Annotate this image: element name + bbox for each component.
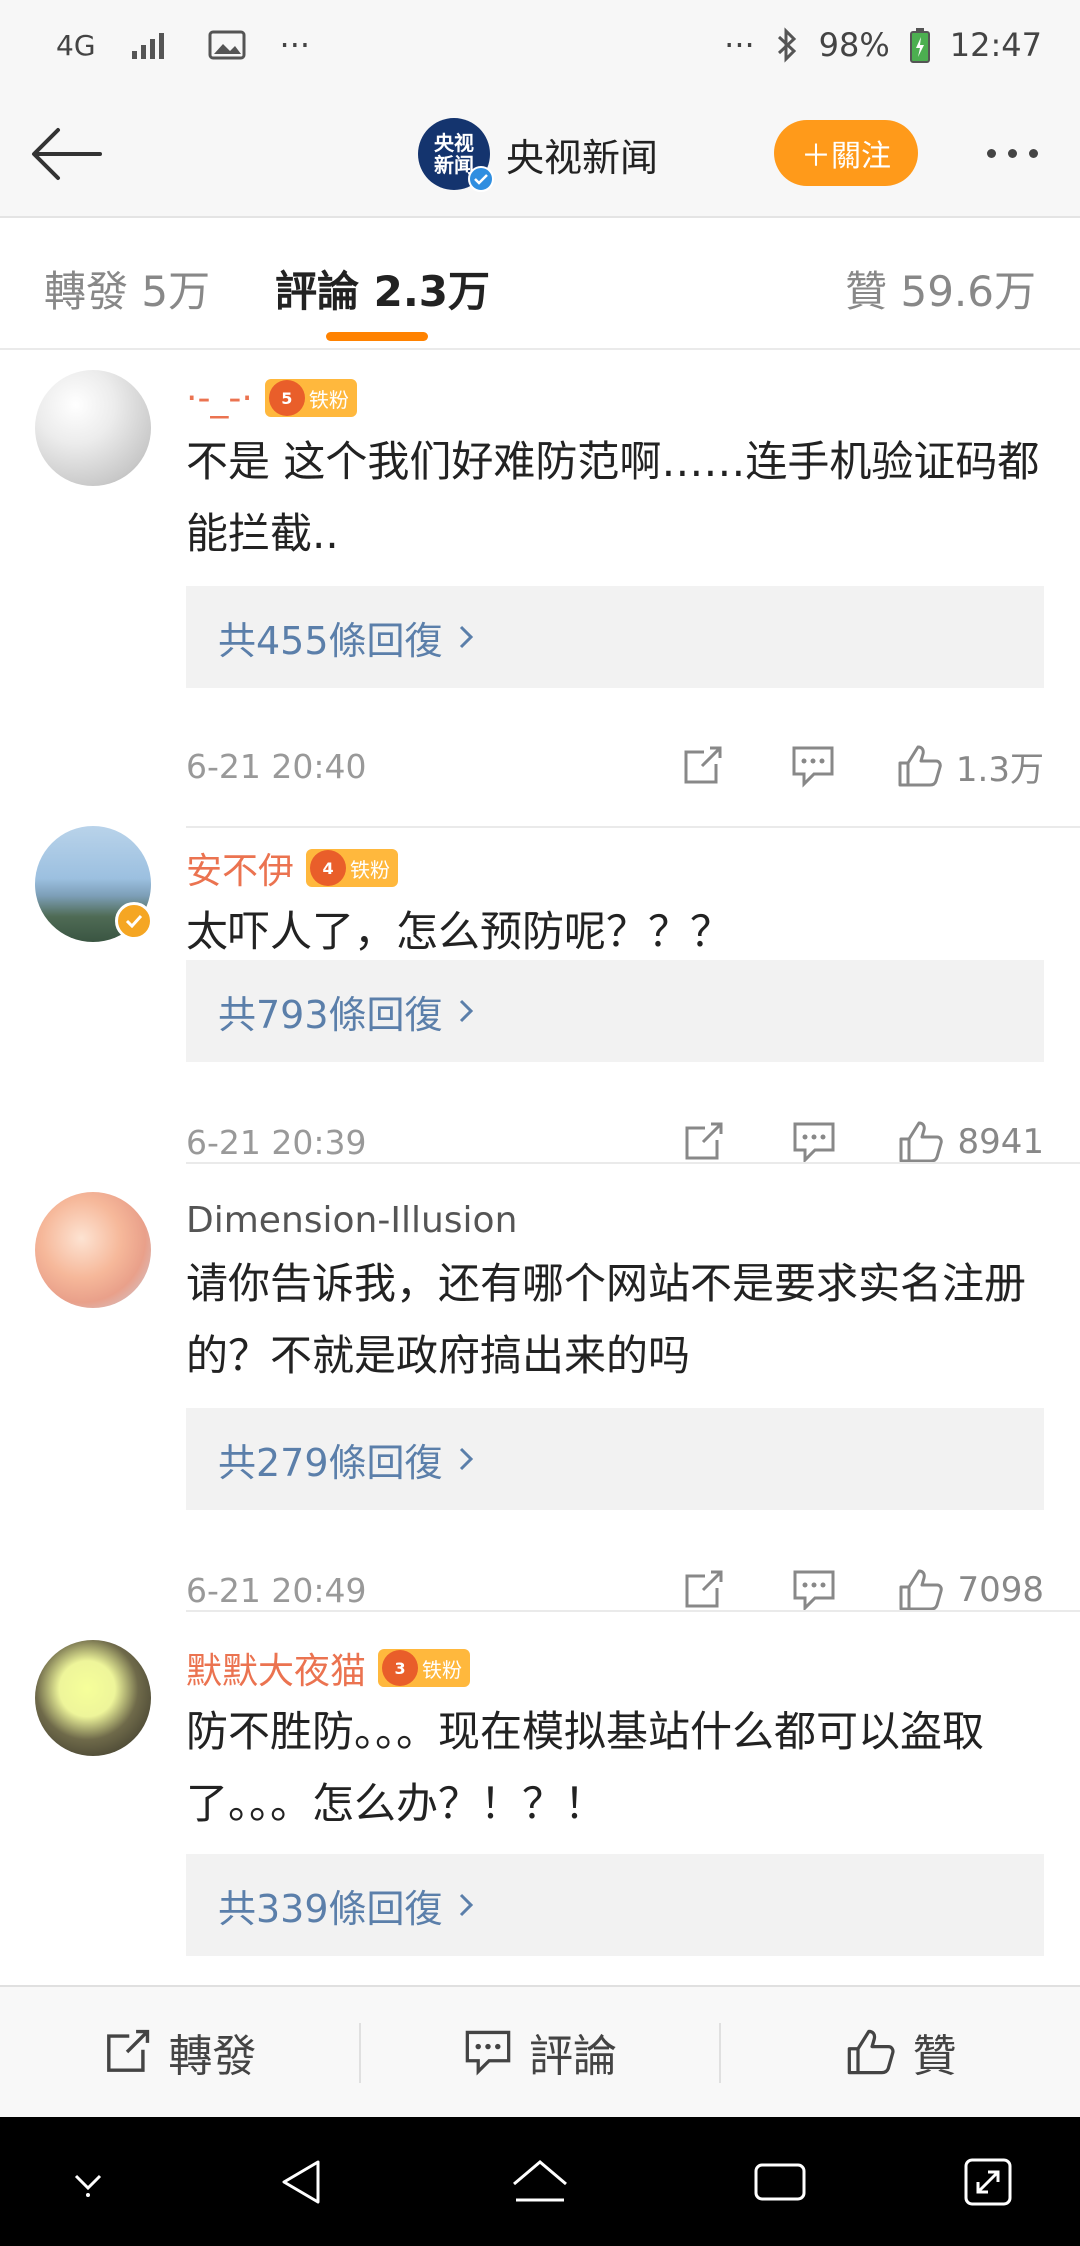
crown-icon: 4	[310, 850, 347, 886]
timestamp: 6-21 20:39	[186, 1122, 367, 1162]
share-icon[interactable]	[681, 1120, 725, 1164]
status-bar: 4G ··· ··· 98% 12:47	[0, 0, 1080, 90]
back-arrow-icon	[32, 128, 102, 180]
avatar[interactable]	[35, 826, 153, 942]
comment-icon[interactable]	[791, 1120, 837, 1164]
like-count: 8941	[957, 1122, 1044, 1162]
avatar[interactable]	[35, 1640, 151, 1756]
comment-icon	[465, 2030, 511, 2076]
back-triangle-icon	[282, 2160, 320, 2203]
tab-bar: 轉發 5万 評論 2.3万 贊 59.6万	[0, 218, 1080, 350]
network-label: 4G	[56, 28, 96, 62]
like-icon[interactable]	[897, 1567, 945, 1613]
verified-icon	[115, 902, 153, 940]
fan-badge: 5 铁粉	[264, 379, 357, 417]
nav-home-button[interactable]	[480, 2117, 600, 2246]
comment-text: 不是 这个我们好难防范啊……连手机验证码都能拦截..	[186, 437, 1040, 558]
status-more-dots: ···	[279, 26, 311, 64]
signal-icon	[130, 29, 174, 61]
back-button[interactable]	[26, 118, 106, 190]
nav-expand-button[interactable]	[928, 2117, 1048, 2246]
fan-badge: 3 铁粉	[378, 1649, 471, 1687]
home-icon	[513, 2159, 567, 2201]
username[interactable]: 默默大夜猫	[186, 1642, 366, 1694]
more-icon	[986, 148, 996, 158]
divider	[186, 1610, 1080, 1612]
avatar[interactable]	[35, 370, 151, 486]
crown-icon: 5	[268, 380, 305, 416]
comment-meta: 6-21 20:40 1.3万	[186, 736, 1044, 796]
system-nav-bar	[0, 2117, 1080, 2246]
top-header: 央视 新闻 央视新闻 ＋關注	[0, 90, 1080, 218]
chevron-right-icon	[457, 997, 475, 1025]
like-button[interactable]: 贊	[721, 1987, 1080, 2117]
tab-repost[interactable]: 轉發 5万	[44, 258, 210, 319]
bottom-action-bar: 轉發 評論 贊	[0, 1985, 1080, 2117]
username[interactable]: 安不伊	[186, 842, 294, 894]
like-icon[interactable]	[897, 1119, 945, 1165]
comment-text: 防不胜防。。。现在模拟基站什么都可以盗取了。。。怎么办？！？！	[186, 1707, 985, 1828]
verified-icon	[468, 166, 494, 192]
timestamp: 6-21 20:40	[186, 746, 367, 786]
comment-icon[interactable]	[791, 1568, 837, 1612]
comment-icon[interactable]	[790, 744, 836, 788]
chevron-down-icon	[74, 2174, 102, 2197]
crown-icon: 3	[382, 1650, 419, 1686]
replies-link[interactable]: 共339條回復	[186, 1854, 1044, 1956]
timestamp: 6-21 20:49	[186, 1570, 367, 1610]
share-icon	[107, 2029, 150, 2072]
comment-button[interactable]: 評論	[361, 1987, 720, 2117]
like-icon	[847, 2029, 895, 2075]
nav-recents-button[interactable]	[720, 2117, 840, 2246]
fan-badge: 4 铁粉	[306, 849, 399, 887]
nav-back-button[interactable]	[242, 2117, 362, 2246]
active-tab-indicator	[326, 332, 428, 341]
share-icon[interactable]	[681, 1568, 725, 1612]
like-icon[interactable]	[896, 743, 944, 789]
bluetooth-icon	[775, 27, 799, 63]
avatar[interactable]	[35, 1192, 151, 1308]
clock: 12:47	[949, 26, 1042, 64]
username[interactable]: ·-_-·	[186, 378, 253, 419]
recents-icon	[754, 2163, 806, 2200]
chevron-right-icon	[457, 1445, 475, 1473]
battery-icon	[909, 27, 930, 63]
share-icon[interactable]	[680, 744, 724, 788]
follow-button[interactable]: ＋關注	[774, 120, 918, 186]
comment-text: 太吓人了，怎么预防呢？？？	[186, 907, 733, 956]
account-name[interactable]: 央视新闻	[506, 127, 658, 182]
chevron-right-icon	[457, 623, 475, 651]
replies-link[interactable]: 共455條回復	[186, 586, 1044, 688]
replies-link[interactable]: 共793條回復	[186, 960, 1044, 1062]
tab-like[interactable]: 贊 59.6万	[845, 258, 1036, 319]
divider	[186, 826, 1080, 828]
replies-link[interactable]: 共279條回復	[186, 1408, 1044, 1510]
account-avatar[interactable]: 央视 新闻	[418, 118, 494, 192]
tab-comment[interactable]: 評論 2.3万	[275, 258, 490, 319]
comment-text: 请你告诉我，还有哪个网站不是要求实名注册的？不就是政府搞出来的吗	[186, 1259, 1027, 1380]
gallery-icon	[208, 29, 246, 61]
account-info[interactable]: 央视 新闻 央视新闻	[418, 118, 658, 192]
like-count: 7098	[957, 1570, 1044, 1610]
like-count: 1.3万	[955, 749, 1044, 790]
nav-collapse-button[interactable]	[28, 2117, 148, 2246]
battery-percent: 98%	[818, 26, 890, 64]
repost-button[interactable]: 轉發	[0, 1987, 359, 2117]
expand-icon	[964, 2158, 1012, 2205]
divider	[186, 1162, 1080, 1164]
chevron-right-icon	[457, 1891, 475, 1919]
more-menu-button[interactable]	[972, 128, 1052, 178]
username[interactable]: Dimension-Illusion	[186, 1200, 517, 1241]
status-dots-right: ···	[724, 26, 755, 64]
